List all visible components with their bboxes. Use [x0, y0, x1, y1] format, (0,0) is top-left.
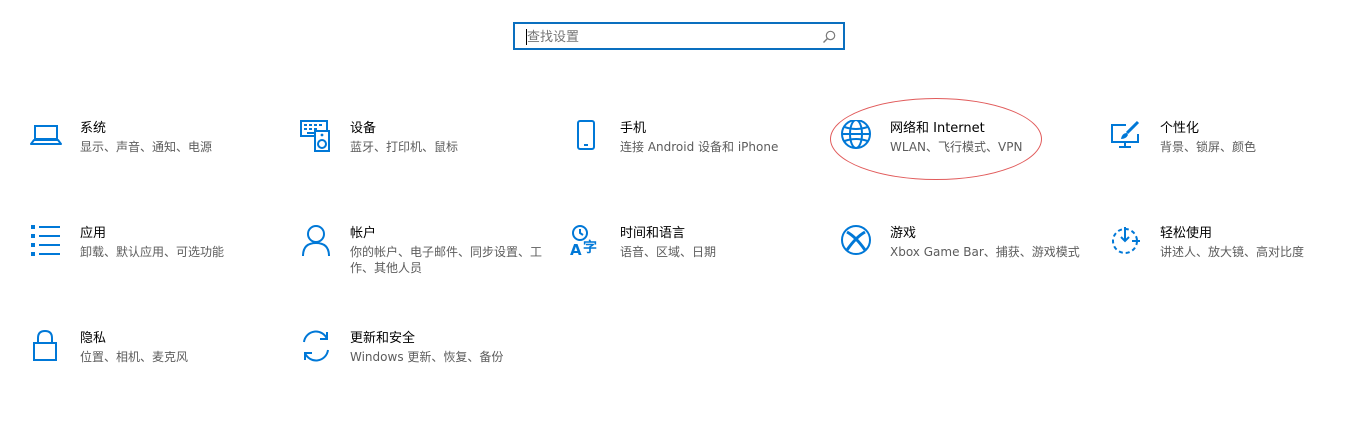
- tile-title: 设备: [350, 121, 377, 136]
- tile-title: 系统: [80, 121, 107, 136]
- tile-desc: 连接 Android 设备和 iPhone: [620, 140, 779, 154]
- laptop-icon: [30, 120, 62, 152]
- tile-desc: 位置、相机、麦克风: [80, 350, 189, 364]
- tile-phone[interactable]: 手机 连接 Android 设备和 iPhone: [570, 120, 820, 180]
- svg-text:A: A: [570, 241, 582, 257]
- tile-title: 时间和语言: [620, 226, 686, 241]
- tile-ease-of-access[interactable]: 轻松使用 讲述人、放大镜、高对比度: [1110, 225, 1360, 285]
- tile-system[interactable]: 系统 显示、声音、通知、电源: [30, 120, 280, 180]
- keyboard-speaker-icon: [300, 120, 332, 152]
- tile-desc: 语音、区域、日期: [620, 245, 717, 259]
- tile-title: 游戏: [890, 226, 917, 241]
- tile-desc: 讲述人、放大镜、高对比度: [1160, 245, 1305, 259]
- tile-time-language[interactable]: A 字 时间和语言 语音、区域、日期: [570, 225, 820, 285]
- tile-desc: 显示、声音、通知、电源: [80, 140, 213, 154]
- tile-desc: 你的帐户、电子邮件、同步设置、工作、其他人员: [350, 245, 543, 275]
- highlight-ellipse: [830, 98, 1042, 180]
- tile-privacy[interactable]: 隐私 位置、相机、麦克风: [30, 330, 280, 390]
- tile-devices[interactable]: 设备 蓝牙、打印机、鼠标: [300, 120, 550, 180]
- ease-of-access-icon: [1110, 225, 1142, 257]
- tile-desc: 蓝牙、打印机、鼠标: [350, 140, 459, 154]
- search-icon[interactable]: [821, 29, 837, 45]
- tile-desc: 卸载、默认应用、可选功能: [80, 245, 225, 259]
- tile-desc: Xbox Game Bar、捕获、游戏模式: [890, 245, 1080, 259]
- tile-desc: 背景、锁屏、颜色: [1160, 140, 1257, 154]
- tile-update-security[interactable]: 更新和安全 Windows 更新、恢复、备份: [300, 330, 550, 390]
- app-list-icon: [30, 225, 62, 257]
- xbox-icon: [840, 225, 872, 257]
- tile-title: 轻松使用: [1160, 226, 1213, 241]
- sync-icon: [300, 330, 332, 362]
- tile-title: 应用: [80, 226, 107, 241]
- lock-icon: [30, 330, 62, 362]
- search-box[interactable]: [513, 22, 845, 50]
- tile-title: 手机: [620, 121, 647, 136]
- search-input[interactable]: [527, 27, 817, 47]
- tile-apps[interactable]: 应用 卸载、默认应用、可选功能: [30, 225, 280, 285]
- person-icon: [300, 225, 332, 257]
- tile-title: 帐户: [350, 226, 377, 241]
- tile-title: 更新和安全: [350, 331, 416, 346]
- tile-title: 个性化: [1160, 121, 1200, 136]
- paint-monitor-icon: [1110, 120, 1142, 152]
- tile-gaming[interactable]: 游戏 Xbox Game Bar、捕获、游戏模式: [840, 225, 1090, 285]
- tile-desc: Windows 更新、恢复、备份: [350, 350, 504, 364]
- time-language-icon: A 字: [570, 225, 602, 257]
- tile-title: 隐私: [80, 331, 107, 346]
- phone-icon: [570, 120, 602, 152]
- tile-personalization[interactable]: 个性化 背景、锁屏、颜色: [1110, 120, 1360, 180]
- svg-text:字: 字: [583, 239, 597, 256]
- tile-accounts[interactable]: 帐户 你的帐户、电子邮件、同步设置、工作、其他人员: [300, 225, 550, 285]
